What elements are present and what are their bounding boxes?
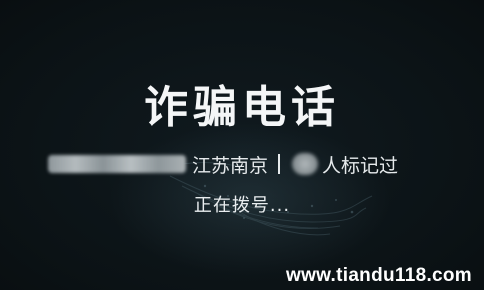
incoming-call-screen: 诈骗电话 江苏南京 人标记过 正在拨号... www.tiandu118.com	[0, 0, 484, 290]
caller-info-row: 江苏南京 人标记过	[48, 151, 398, 177]
dialing-status: 正在拨号...	[193, 195, 291, 216]
watermark: www.tiandu118.com	[286, 265, 472, 286]
info-separator	[278, 154, 281, 174]
water-texture-background	[155, 162, 373, 236]
blurred-mark-count	[292, 153, 319, 175]
caller-location: 江苏南京	[192, 154, 269, 177]
marked-by-label: 人标记过	[322, 154, 399, 177]
blurred-phone-number	[48, 155, 186, 173]
call-title: 诈骗电话	[144, 82, 340, 133]
